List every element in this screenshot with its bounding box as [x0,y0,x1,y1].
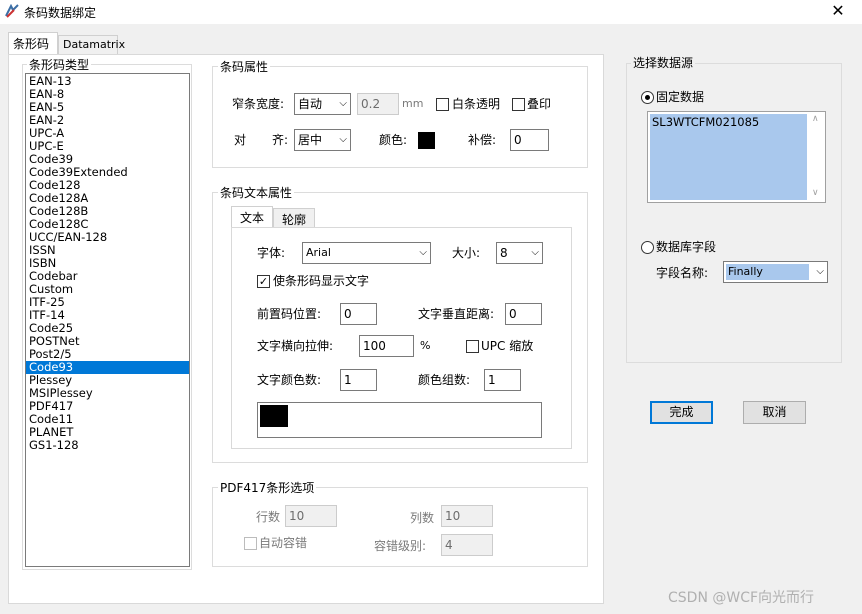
h-stretch-field[interactable]: 100 [359,335,414,357]
vert-dist-field[interactable]: 0 [505,303,542,325]
data-source-group [626,63,842,363]
chevron-down-icon: ⌵ [531,247,539,258]
app-icon [5,4,19,18]
show-text-label: 使条形码显示文字 [273,274,370,288]
align-select-value: 居中 [298,133,323,147]
h-stretch-unit: % [420,339,431,352]
close-icon[interactable]: ✕ [826,2,850,22]
compensate-field[interactable]: 0 [510,129,549,151]
window-title: 条码数据绑定 [24,6,97,20]
white-transparent-checkbox[interactable] [436,98,449,111]
barcode-type-item[interactable]: GS1-128 [26,439,189,452]
color-group-label: 颜色组数: [418,373,471,387]
pdf417-rows-label: 行数 [256,510,281,524]
pdf417-rows-field[interactable]: 10 [285,505,337,527]
db-field-label: 数据库字段 [656,240,717,254]
compensate-label: 补偿: [468,133,497,147]
barcode-type-legend: 条形码类型 [27,58,92,72]
align-select[interactable]: 居中 ⌵ [294,129,351,151]
upc-scale-checkbox[interactable] [466,340,479,353]
ok-button[interactable]: 完成 [650,401,713,424]
tab-datamatrix[interactable]: Datamatrix [58,35,125,55]
barcode-text-legend: 条码文本属性 [218,186,295,200]
size-label: 大小: [452,246,481,260]
field-name-label: 字段名称: [656,266,709,280]
bar-width-unit: mm [402,97,424,110]
cancel-button[interactable]: 取消 [743,401,806,424]
text-color-swatch[interactable] [260,405,288,427]
fixed-data-radio[interactable] [641,91,654,104]
tab-outline-label: 轮廓 [281,213,306,227]
white-transparent-label: 白条透明 [452,97,501,111]
barcode-color-swatch[interactable] [418,132,435,149]
size-select[interactable]: 8 ⌵ [496,242,543,264]
tab-outline[interactable]: 轮廓 [273,208,315,228]
pdf417-cols-field[interactable]: 10 [441,505,493,527]
chevron-down-icon: ⌵ [339,98,347,109]
field-name-select-value: Finally [728,265,763,278]
align-label-left: 对 [234,133,247,147]
chevron-down-icon: ⌵ [816,266,824,277]
chevron-down-icon: ⌵ [339,134,347,145]
pdf417-cols-label: 列数 [410,511,435,525]
data-source-legend: 选择数据源 [631,56,696,70]
size-select-value: 8 [500,246,508,260]
pdf417-group [212,487,588,567]
ec-level-label: 容错级别: [374,539,427,553]
show-text-checkbox[interactable]: ✓ [257,275,270,288]
bar-width-select[interactable]: 自动 ⌵ [294,93,351,115]
bar-width-select-value: 自动 [298,97,323,111]
tab-text-label: 文本 [239,211,264,225]
color-group-field[interactable]: 1 [484,369,521,391]
barcode-props-legend: 条码属性 [218,60,271,74]
field-name-select[interactable]: Finally ⌵ [723,261,828,283]
font-select[interactable]: Arial ⌵ [302,242,431,264]
color-count-field[interactable]: 1 [340,369,377,391]
vert-dist-label: 文字垂直距离: [418,307,495,321]
color-count-label: 文字颜色数: [257,373,322,387]
fixed-data-label: 固定数据 [656,90,705,104]
bar-width-label: 窄条宽度: [232,97,285,111]
text-color-list[interactable] [257,402,542,438]
h-stretch-label: 文字横向拉伸: [257,339,334,353]
tab-datamatrix-label: Datamatrix [63,38,126,51]
auto-ec-checkbox[interactable] [244,537,257,550]
auto-ec-label: 自动容错 [259,536,308,550]
bar-width-number-field[interactable]: 0.2 [357,93,399,115]
scroll-down-icon[interactable]: ∨ [812,188,819,198]
pdf417-legend: PDF417条形选项 [218,481,317,495]
fixed-data-textarea[interactable]: SL3WTCFM021085 ∧ ∨ [647,111,826,203]
ec-level-field[interactable]: 4 [441,534,493,556]
watermark-text: CSDN @WCF向光而行 [668,590,815,606]
prefix-pos-field[interactable]: 0 [340,303,377,325]
chevron-down-icon: ⌵ [419,247,427,258]
barcode-color-label: 颜色: [379,133,408,147]
tab-barcode[interactable]: 条形码 [8,32,58,55]
tab-text[interactable]: 文本 [231,206,273,228]
tab-barcode-label: 条形码 [13,37,50,51]
upc-scale-label: UPC 缩放 [481,339,534,353]
font-label: 字体: [257,246,286,260]
radio-selected-dot [645,95,650,100]
scroll-up-icon[interactable]: ∧ [812,114,819,124]
barcode-props-group [212,66,588,168]
align-label-right: 齐: [272,133,289,147]
barcode-type-listbox[interactable]: EAN-13 EAN-8 EAN-5 EAN-2 UPC-A UPC-E Code39 Cod… [25,73,190,567]
overprint-checkbox[interactable] [512,98,525,111]
prefix-pos-label: 前置码位置: [257,307,322,321]
font-select-value: Arial [306,246,331,259]
overprint-label: 叠印 [527,97,552,111]
fixed-data-value: SL3WTCFM021085 [652,115,760,129]
title-bar: 条码数据绑定 ✕ [0,0,862,24]
db-field-radio[interactable] [641,241,654,254]
